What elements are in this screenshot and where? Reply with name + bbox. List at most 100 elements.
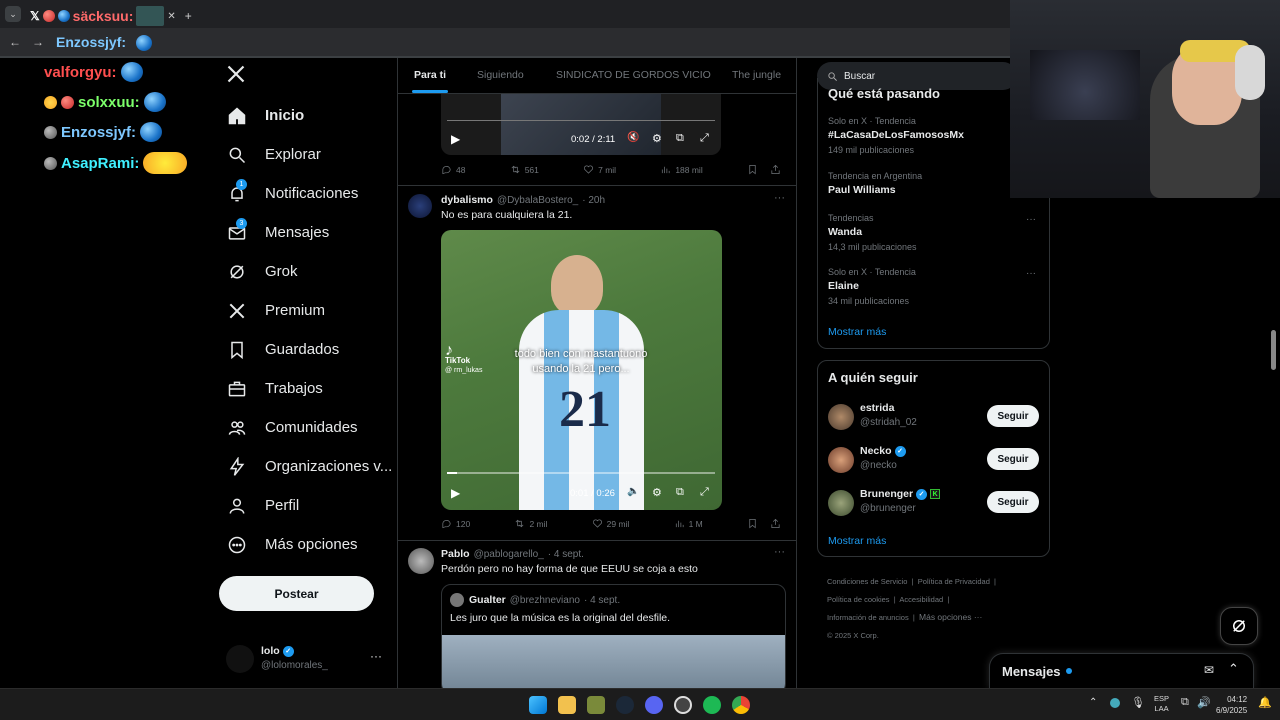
settings-icon[interactable]: ⚙ bbox=[652, 486, 662, 499]
tweet-time[interactable]: · 4 sept. bbox=[548, 549, 584, 560]
x-logo-icon[interactable] bbox=[226, 64, 246, 89]
account-switcher[interactable]: lolo ✓ @lolomorales_ ··· bbox=[226, 643, 386, 673]
nav-notifications[interactable]: 1 Notificaciones bbox=[227, 174, 397, 213]
back-arrow-icon[interactable]: ← bbox=[9, 35, 21, 49]
settings-icon[interactable]: ⚙ bbox=[652, 132, 662, 145]
avatar[interactable] bbox=[828, 404, 854, 430]
post-button[interactable]: Postear bbox=[219, 576, 374, 611]
nav-profile[interactable]: Perfil bbox=[227, 486, 397, 525]
reply-button[interactable]: 48 bbox=[441, 164, 465, 175]
messages-drawer[interactable]: Mensajes ✉ ⌃ bbox=[989, 653, 1254, 688]
share-icon[interactable] bbox=[770, 164, 781, 175]
follow-suggestion[interactable]: Necko ✓ @necko bbox=[860, 445, 906, 471]
windows-start-icon[interactable] bbox=[529, 696, 547, 714]
follow-show-more[interactable]: Mostrar más bbox=[828, 535, 886, 547]
share-icon[interactable] bbox=[770, 518, 781, 529]
discord-icon[interactable] bbox=[645, 696, 663, 714]
microphone-icon[interactable]: 🎙 bbox=[1131, 696, 1145, 709]
spotify-icon[interactable] bbox=[703, 696, 721, 714]
file-explorer-icon[interactable] bbox=[558, 696, 576, 714]
fullscreen-icon[interactable]: ⤢ bbox=[700, 486, 709, 499]
tab-for-you[interactable]: Para ti bbox=[414, 69, 446, 81]
obs-icon[interactable] bbox=[674, 696, 692, 714]
video-progress-bar[interactable] bbox=[447, 120, 715, 121]
nav-jobs[interactable]: Trabajos bbox=[227, 369, 397, 408]
bookmark-icon[interactable] bbox=[747, 164, 758, 175]
clock[interactable]: 04:12 6/9/2025 bbox=[1216, 694, 1247, 716]
bookmark-icon[interactable] bbox=[747, 518, 758, 529]
tweet-video[interactable]: 21 ♪ TikTok @ rm_lukas todo bien con mas… bbox=[441, 230, 722, 510]
video-progress-bar[interactable] bbox=[447, 472, 715, 474]
trends-show-more[interactable]: Mostrar más bbox=[828, 326, 886, 338]
follow-suggestion[interactable]: Brunenger ✓ K @brunenger bbox=[860, 488, 941, 514]
expand-chevrons-icon[interactable]: ⌃ bbox=[1228, 661, 1239, 677]
tweet-more-icon[interactable]: ··· bbox=[774, 192, 785, 204]
tray-app-icon[interactable] bbox=[1110, 698, 1120, 708]
play-icon[interactable]: ▶ bbox=[451, 132, 460, 146]
author-name[interactable]: Pablo bbox=[441, 548, 470, 560]
minecraft-icon[interactable] bbox=[587, 696, 605, 714]
footer-link[interactable]: Información de anuncios bbox=[827, 613, 909, 622]
notifications-icon[interactable]: 🔔 bbox=[1258, 696, 1272, 709]
page-scrollbar[interactable] bbox=[1271, 330, 1276, 370]
footer-link[interactable]: Accesibilidad bbox=[899, 595, 943, 604]
avatar[interactable] bbox=[408, 548, 434, 574]
footer-link[interactable]: Condiciones de Servicio bbox=[827, 577, 907, 586]
chrome-icon[interactable] bbox=[732, 696, 750, 714]
tweet-video[interactable]: ▶ 0:02 / 2:11 🔇 ⚙ ⧉ ⤢ bbox=[441, 94, 721, 155]
language-indicator[interactable]: ESP LAA bbox=[1154, 694, 1169, 714]
follow-button[interactable]: Seguir bbox=[987, 448, 1039, 470]
forward-arrow-icon[interactable]: → bbox=[32, 35, 44, 49]
new-tab-button[interactable]: + bbox=[185, 9, 192, 23]
repost-button[interactable]: 561 bbox=[510, 164, 539, 175]
trend-more-icon[interactable]: ··· bbox=[1026, 214, 1036, 225]
trend-item[interactable]: Solo en X · Tendencia #LaCasaDeLosFamoso… bbox=[828, 116, 964, 155]
tab-sindicato[interactable]: SINDICATO DE GORDOS VICIO bbox=[556, 69, 711, 81]
nav-organizations[interactable]: Organizaciones v... bbox=[227, 447, 397, 486]
tray-chevron-icon[interactable]: ⌃ bbox=[1089, 697, 1097, 708]
views-button[interactable]: 188 mil bbox=[660, 164, 703, 175]
author-name[interactable]: dybalismo bbox=[441, 194, 493, 206]
more-dots-icon[interactable]: ··· bbox=[370, 649, 382, 663]
views-button[interactable]: 1 M bbox=[674, 518, 703, 529]
pip-icon[interactable]: ⧉ bbox=[676, 132, 684, 145]
quote-tweet[interactable]: Gualter @brezhneviano · 4 sept. Les juro… bbox=[441, 584, 786, 688]
volume-icon[interactable]: 🔊 bbox=[1197, 696, 1211, 709]
volume-icon[interactable]: 🔇 bbox=[627, 132, 639, 143]
like-button[interactable]: 7 mil bbox=[583, 164, 616, 175]
play-icon[interactable]: ▶ bbox=[451, 486, 460, 500]
repost-button[interactable]: 2 mil bbox=[514, 518, 547, 529]
trend-more-icon[interactable]: ··· bbox=[1026, 268, 1036, 279]
like-button[interactable]: 29 mil bbox=[592, 518, 629, 529]
avatar[interactable] bbox=[828, 490, 854, 516]
tweet-time[interactable]: · 20h bbox=[582, 195, 605, 206]
footer-more-options[interactable]: Más opciones ··· bbox=[919, 612, 982, 622]
trend-item[interactable]: Tendencia en Argentina Paul Williams bbox=[828, 171, 922, 196]
close-tab-icon[interactable]: ✕ bbox=[167, 11, 175, 22]
trend-item[interactable]: Solo en X · Tendencia Elaine 34 mil publ… bbox=[828, 267, 916, 306]
author-handle[interactable]: @DybalaBostero_ bbox=[497, 195, 578, 206]
nav-bookmarks[interactable]: Guardados bbox=[227, 330, 397, 369]
trend-item[interactable]: Tendencias Wanda 14,3 mil publicaciones bbox=[828, 213, 917, 252]
tab-the-jungle[interactable]: The jungle bbox=[732, 69, 781, 81]
follow-button[interactable]: Seguir bbox=[987, 405, 1039, 427]
footer-link[interactable]: Política de cookies bbox=[827, 595, 890, 604]
grok-floating-button[interactable] bbox=[1220, 607, 1258, 645]
reply-button[interactable]: 120 bbox=[441, 518, 470, 529]
volume-icon[interactable]: 🔈 bbox=[627, 486, 639, 497]
nav-home[interactable]: Inicio bbox=[227, 96, 397, 135]
nav-more[interactable]: Más opciones bbox=[227, 525, 397, 564]
address-bar-text[interactable]: Enzossjyf: bbox=[56, 34, 126, 50]
avatar[interactable] bbox=[828, 447, 854, 473]
tab-following[interactable]: Siguiendo bbox=[477, 69, 524, 81]
follow-button[interactable]: Seguir bbox=[987, 491, 1039, 513]
nav-grok[interactable]: Grok bbox=[227, 252, 397, 291]
tab-search-button[interactable]: ⌄ bbox=[5, 6, 21, 22]
steam-icon[interactable] bbox=[616, 696, 634, 714]
follow-suggestion[interactable]: estrida @stridah_02 bbox=[860, 402, 917, 428]
network-icon[interactable]: ⧉ bbox=[1181, 696, 1189, 709]
pip-icon[interactable]: ⧉ bbox=[676, 486, 684, 499]
footer-link[interactable]: Política de Privacidad bbox=[918, 577, 990, 586]
nav-explore[interactable]: Explorar bbox=[227, 135, 397, 174]
new-message-icon[interactable]: ✉ bbox=[1204, 663, 1214, 677]
